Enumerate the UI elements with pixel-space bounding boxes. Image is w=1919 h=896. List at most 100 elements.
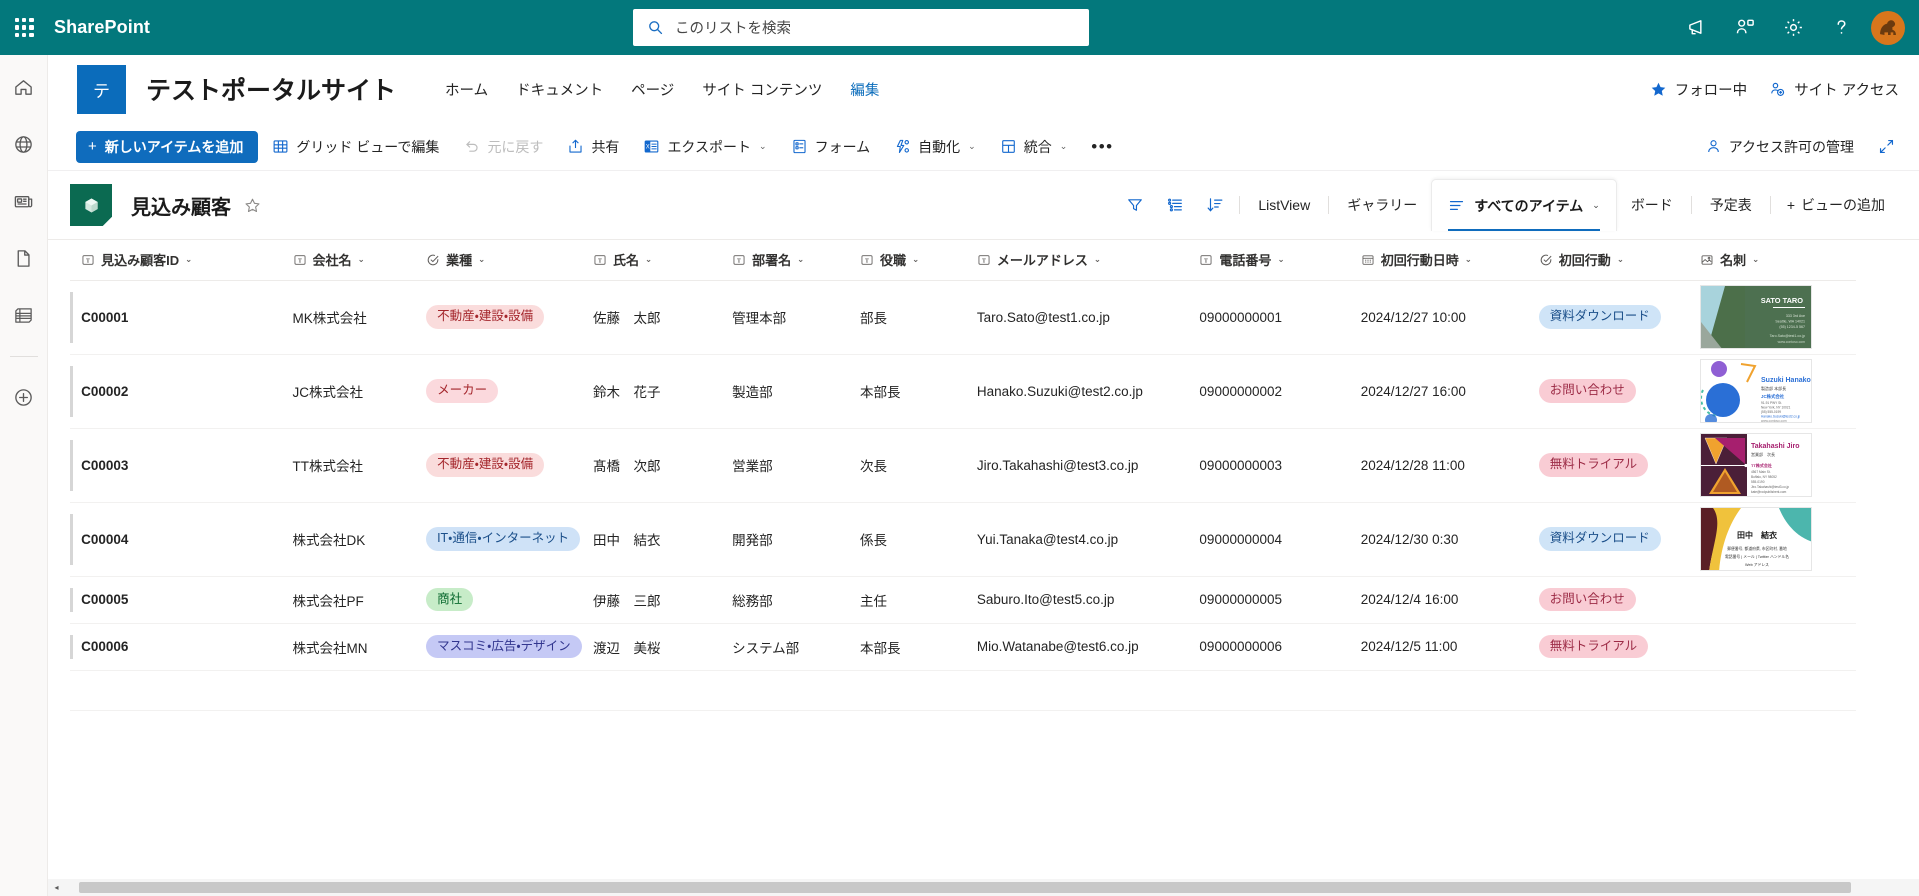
- cell-name: 伊藤 三郎: [592, 576, 733, 624]
- row-select-indicator[interactable]: [70, 428, 82, 503]
- view-divider: [1769, 196, 1771, 214]
- column-header-name[interactable]: T 氏名 ⌄: [592, 240, 733, 281]
- avatar[interactable]: [1871, 10, 1905, 45]
- app-launcher-icon[interactable]: [0, 0, 48, 55]
- svg-text:SATO TARO: SATO TARO: [1761, 296, 1804, 305]
- view-board[interactable]: ボード: [1617, 185, 1687, 225]
- more-commands-button[interactable]: •••: [1081, 129, 1123, 165]
- row-select-indicator[interactable]: [70, 280, 82, 355]
- lists-icon[interactable]: [0, 291, 48, 339]
- svg-text:kate@rodpublisherk.com: kate@rodpublisherk.com: [1751, 490, 1787, 494]
- view-gallery[interactable]: ギャラリー: [1333, 185, 1431, 225]
- nav-documents[interactable]: ドキュメント: [502, 73, 617, 106]
- integrate-button[interactable]: 統合 ⌄: [990, 129, 1078, 165]
- cell-first-action: お問い合わせ: [1538, 354, 1701, 429]
- chevron-down-icon: ⌄: [912, 254, 920, 265]
- column-header-email[interactable]: T メールアドレス ⌄: [976, 240, 1200, 281]
- row-select-indicator[interactable]: [70, 576, 82, 624]
- group-list-icon[interactable]: [1155, 185, 1195, 225]
- scrollbar-track[interactable]: [65, 882, 1919, 893]
- view-all-items-active[interactable]: すべてのアイテム ⌄: [1431, 179, 1617, 231]
- column-header-first-action-datetime[interactable]: 初回行動日時 ⌄: [1360, 240, 1539, 281]
- site-title[interactable]: テストポータルサイト: [146, 71, 396, 107]
- sharepoint-brand[interactable]: SharePoint: [54, 17, 150, 38]
- cell-id[interactable]: C00004: [81, 502, 293, 577]
- automate-button[interactable]: 自動化 ⌄: [884, 129, 986, 165]
- column-header-company[interactable]: T 会社名 ⌄: [292, 240, 427, 281]
- document-icon[interactable]: [0, 234, 48, 282]
- share-label: 共有: [591, 138, 620, 155]
- business-card-thumbnail[interactable]: Takahashi Jiro 営業部 次長 TT株式会社 4567 Main S…: [1700, 433, 1813, 497]
- table-row[interactable]: C00001 MK株式会社 不動産・建設・設備 佐藤 太郎 管理本部 部長 Ta…: [70, 280, 1856, 355]
- row-select-indicator[interactable]: [70, 502, 82, 577]
- manage-access-button[interactable]: アクセス許可の管理: [1695, 129, 1864, 165]
- site-logo[interactable]: テ: [77, 64, 126, 114]
- export-button[interactable]: X エクスポート ⌄: [633, 129, 776, 165]
- cell-id[interactable]: C00006: [81, 623, 293, 671]
- horizontal-scrollbar[interactable]: ◂: [48, 879, 1919, 896]
- follow-button[interactable]: フォロー中: [1650, 79, 1747, 100]
- create-icon[interactable]: [0, 373, 48, 421]
- column-label: 会社名: [312, 253, 352, 269]
- cell-id[interactable]: C00003: [81, 428, 293, 503]
- table-row[interactable]: C00005 株式会社PF 商社 伊藤 三郎 総務部 主任 Saburo.Ito…: [70, 576, 1856, 624]
- row-select-indicator[interactable]: [70, 354, 82, 429]
- business-card-thumbnail[interactable]: SATO TARO 333 3rd Ave Seattle, WA 14021 …: [1700, 285, 1813, 349]
- globe-icon[interactable]: [0, 120, 48, 168]
- row-select-indicator[interactable]: [70, 623, 82, 671]
- table-row[interactable]: C00006 株式会社MN マスコミ・広告・デザイン 渡辺 美桜 システム部 本…: [70, 623, 1856, 671]
- site-access-button[interactable]: サイト アクセス: [1769, 79, 1899, 100]
- table-row[interactable]: C00002 JC株式会社 メーカー 鈴木 花子 製造部 本部長 Hanako.…: [70, 354, 1856, 429]
- column-header-dept[interactable]: T 部署名 ⌄: [732, 240, 861, 281]
- view-listview[interactable]: ListView: [1244, 185, 1324, 225]
- column-label: 初回行動: [1558, 253, 1611, 269]
- cell-company: 株式会社MN: [292, 623, 427, 671]
- cell-id[interactable]: C00002: [81, 354, 293, 429]
- action-badge: 無料トライアル: [1538, 634, 1649, 659]
- column-header-id[interactable]: T 見込み顧客ID ⌄: [81, 240, 293, 281]
- nav-edit[interactable]: 編集: [836, 73, 893, 106]
- add-view-button[interactable]: + ビューの追加: [1775, 185, 1897, 225]
- new-item-button[interactable]: + 新しいアイテムを追加: [76, 130, 259, 163]
- search-input[interactable]: このリストを検索: [633, 9, 1089, 46]
- cell-first-action: 無料トライアル: [1538, 428, 1701, 503]
- favorite-button[interactable]: [244, 197, 261, 214]
- column-header-title[interactable]: T 役職 ⌄: [860, 240, 977, 281]
- scrollbar-thumb[interactable]: [79, 882, 1851, 893]
- action-badge: 無料トライアル: [1538, 453, 1649, 477]
- gear-icon[interactable]: [1769, 4, 1817, 52]
- column-header-first-action[interactable]: 初回行動 ⌄: [1538, 240, 1701, 281]
- expand-button[interactable]: [1868, 129, 1905, 165]
- share-button[interactable]: 共有: [557, 129, 629, 165]
- svg-text:91-91 PWY St.: 91-91 PWY St.: [1761, 401, 1782, 405]
- cell-id[interactable]: C00005: [81, 576, 293, 624]
- list-grid-wrapper: T 見込み顧客ID ⌄ T 会社名 ⌄ 業種 ⌄ T 氏名 ⌄ T 部署名 ⌄: [48, 239, 1919, 896]
- cell-title: 本部長: [860, 354, 977, 429]
- share-people-icon[interactable]: [1721, 4, 1769, 52]
- filter-icon[interactable]: [1115, 185, 1155, 225]
- table-row[interactable]: C00004 株式会社DK IT・通信・インターネット 田中 結衣 開発部 係長…: [70, 502, 1856, 577]
- table-row[interactable]: C00003 TT株式会社 不動産・建設・設備 髙橋 次郎 営業部 次長 Jir…: [70, 428, 1856, 503]
- home-icon[interactable]: [0, 63, 48, 111]
- nav-home[interactable]: ホーム: [431, 73, 502, 106]
- nav-site-contents[interactable]: サイト コンテンツ: [688, 73, 836, 106]
- view-calendar[interactable]: 予定表: [1696, 185, 1766, 225]
- edit-grid-view-button[interactable]: グリッド ビューで編集: [262, 129, 449, 165]
- column-header-businesscard[interactable]: 名刺 ⌄: [1700, 240, 1856, 281]
- megaphone-icon[interactable]: [1673, 4, 1721, 52]
- nav-pages[interactable]: ページ: [617, 73, 688, 106]
- industry-badge: 不動産・建設・設備: [426, 453, 545, 477]
- scroll-left-arrow[interactable]: ◂: [48, 879, 65, 896]
- svg-text:X: X: [646, 145, 650, 151]
- list-title[interactable]: 見込み顧客: [131, 191, 231, 220]
- cell-id[interactable]: C00001: [81, 280, 293, 355]
- sort-icon[interactable]: [1195, 185, 1235, 225]
- help-icon[interactable]: [1817, 4, 1865, 52]
- news-icon[interactable]: [0, 177, 48, 225]
- text-field-icon: T: [82, 255, 94, 265]
- business-card-thumbnail[interactable]: 田中 結衣 郵便番号, 都道府県, 市区町村, 番地 電話番号 | メール | …: [1700, 507, 1813, 571]
- column-header-industry[interactable]: 業種 ⌄: [426, 240, 593, 281]
- forms-button[interactable]: フォーム: [781, 129, 881, 165]
- column-header-phone[interactable]: T 電話番号 ⌄: [1199, 240, 1361, 281]
- business-card-thumbnail[interactable]: Suzuki Hanako 製造部 本部長 JC株式会社 91-91 PWY S…: [1700, 359, 1813, 423]
